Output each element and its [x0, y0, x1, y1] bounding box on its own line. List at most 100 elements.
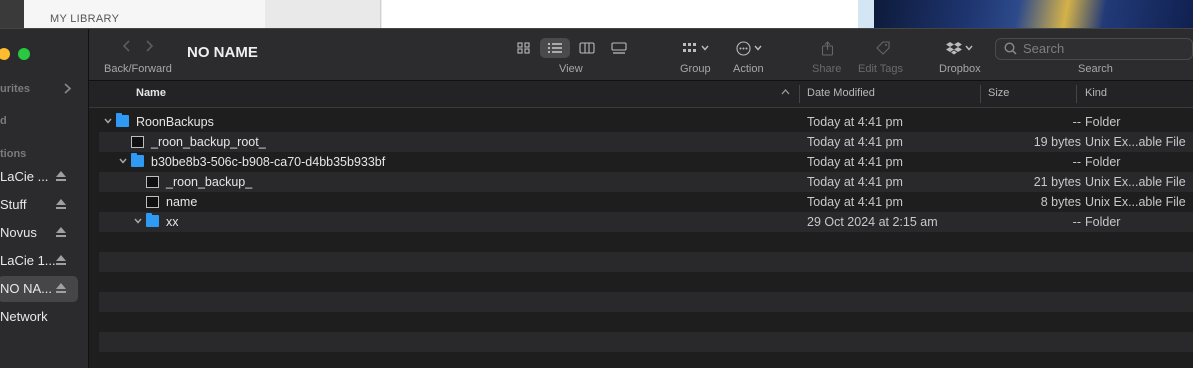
- file-row[interactable]: _roon_backup_ Today at 4:41 pm 21 bytes …: [99, 172, 1193, 192]
- disclosure-chevron-down-icon[interactable]: [133, 215, 143, 225]
- file-date: Today at 4:41 pm: [807, 155, 903, 169]
- background-window-panel: [265, 0, 380, 28]
- column-header-kind[interactable]: Kind: [1085, 87, 1107, 99]
- chevron-down-icon: [965, 45, 973, 51]
- file-kind: Unix Ex...able File: [1085, 195, 1186, 209]
- eject-icon[interactable]: [56, 283, 66, 294]
- disclosure-chevron-down-icon[interactable]: [118, 155, 128, 165]
- sidebar-item-lacie-1[interactable]: LaCie 1...: [0, 248, 78, 274]
- background-window-edge: [858, 0, 874, 28]
- action-button[interactable]: [736, 40, 762, 56]
- list-icon: [548, 43, 562, 53]
- column-header-date-modified[interactable]: Date Modified: [807, 87, 875, 99]
- column-header: Name Date Modified Size Kind: [89, 81, 1193, 108]
- dropbox-icon: [946, 42, 962, 55]
- edit-tags-button[interactable]: [875, 40, 891, 56]
- chevron-down-icon: [754, 45, 762, 51]
- empty-row: [99, 292, 1193, 312]
- file-date: Today at 4:41 pm: [807, 195, 903, 209]
- eject-icon[interactable]: [56, 199, 66, 210]
- search-field[interactable]: Search: [995, 38, 1193, 60]
- eject-icon[interactable]: [56, 227, 66, 238]
- gallery-icon: [611, 42, 627, 54]
- columns-icon: [579, 42, 595, 54]
- search-input[interactable]: Search: [1023, 41, 1064, 56]
- sidebar-item-label: Stuff: [0, 197, 27, 212]
- column-header-size[interactable]: Size: [988, 87, 1009, 99]
- list-view-button[interactable]: [540, 38, 570, 58]
- back-forward-label: Back/Forward: [104, 63, 172, 75]
- file-row[interactable]: _roon_backup_root_ Today at 4:41 pm 19 b…: [99, 132, 1193, 152]
- file-kind: Folder: [1085, 155, 1121, 169]
- group-button[interactable]: [682, 40, 709, 56]
- file-name: b30be8b3-506c-b908-ca70-d4bb35b933bf: [151, 155, 386, 169]
- share-button[interactable]: [821, 40, 834, 56]
- file-row[interactable]: xx 29 Oct 2024 at 2:15 am -- Folder: [99, 212, 1193, 232]
- ellipsis-circle-icon: [736, 40, 751, 56]
- file-date: Today at 4:41 pm: [807, 175, 903, 189]
- sidebar-section-favourites[interactable]: urites: [0, 83, 30, 95]
- file-date: Today at 4:41 pm: [807, 135, 903, 149]
- column-header-name[interactable]: Name: [136, 87, 166, 99]
- sort-ascending-icon[interactable]: [781, 86, 790, 98]
- sidebar-item-label: NO NA...: [0, 281, 53, 296]
- file-name: name: [166, 195, 198, 209]
- finder-window: urites d tions LaCie ... Stuff Novus LaC…: [0, 28, 1193, 368]
- background-window-document[interactable]: [382, 0, 858, 28]
- view-label: View: [559, 63, 583, 75]
- eject-icon[interactable]: [56, 255, 66, 266]
- file-row[interactable]: name Today at 4:41 pm 8 bytes Unix Ex...…: [99, 192, 1193, 212]
- file-name: RoonBackups: [136, 115, 214, 129]
- sidebar-item-label: LaCie 1...: [0, 253, 56, 268]
- executable-file-icon: [131, 136, 144, 148]
- file-size: 8 bytes: [1040, 195, 1081, 209]
- sidebar-item-label: Novus: [0, 225, 37, 240]
- window-title: NO NAME: [187, 44, 258, 61]
- file-row[interactable]: RoonBackups Today at 4:41 pm -- Folder: [99, 112, 1193, 132]
- dropbox-button[interactable]: [946, 40, 973, 56]
- chevron-down-icon: [701, 45, 709, 51]
- column-divider[interactable]: [980, 85, 981, 103]
- folder-icon: [116, 113, 129, 127]
- file-name: _roon_backup_: [166, 175, 253, 189]
- gallery-view-button[interactable]: [604, 38, 634, 58]
- edit-tags-label: Edit Tags: [858, 63, 904, 75]
- action-label: Action: [733, 63, 764, 75]
- minimize-button[interactable]: [0, 48, 10, 60]
- folder-icon: [146, 213, 159, 227]
- file-size: 19 bytes: [1033, 135, 1081, 149]
- grid-icon: [517, 42, 530, 54]
- eject-icon[interactable]: [56, 171, 66, 182]
- sidebar-item-no-name[interactable]: NO NA...: [0, 276, 78, 302]
- zoom-button[interactable]: [18, 48, 30, 60]
- folder-icon: [131, 153, 144, 167]
- icon-view-button[interactable]: [509, 38, 539, 58]
- forward-button[interactable]: [146, 39, 154, 56]
- file-name: xx: [166, 215, 179, 229]
- empty-row: [99, 332, 1193, 352]
- sidebar-item-lacie[interactable]: LaCie ...: [0, 164, 78, 190]
- sidebar-item-novus[interactable]: Novus: [0, 220, 78, 246]
- search-icon: [1004, 42, 1018, 56]
- background-window-music-app[interactable]: MY LIBRARY: [0, 0, 381, 28]
- dropbox-label: Dropbox: [939, 63, 981, 75]
- sidebar-item-label: LaCie ...: [0, 169, 49, 184]
- file-date: 29 Oct 2024 at 2:15 am: [807, 215, 938, 229]
- sidebar-item-stuff[interactable]: Stuff: [0, 192, 78, 218]
- file-name: _roon_backup_root_: [151, 135, 266, 149]
- column-divider[interactable]: [1076, 85, 1077, 103]
- sidebar-section-locations: tions: [0, 148, 27, 160]
- chevron-right-icon[interactable]: [64, 82, 72, 97]
- toolbar: Back/Forward NO NAME View Group Action S…: [89, 29, 1193, 81]
- column-view-button[interactable]: [572, 38, 602, 58]
- sidebar-item-label: Network: [0, 309, 48, 324]
- sidebar-item-network[interactable]: Network: [0, 304, 78, 330]
- tag-icon: [876, 41, 890, 55]
- back-button[interactable]: [122, 39, 130, 56]
- file-row[interactable]: b30be8b3-506c-b908-ca70-d4bb35b933bf Tod…: [99, 152, 1193, 172]
- disclosure-chevron-down-icon[interactable]: [103, 115, 113, 125]
- column-divider[interactable]: [799, 85, 800, 103]
- file-size: --: [1072, 155, 1081, 169]
- share-label: Share: [812, 63, 842, 75]
- my-library-label: MY LIBRARY: [50, 13, 120, 25]
